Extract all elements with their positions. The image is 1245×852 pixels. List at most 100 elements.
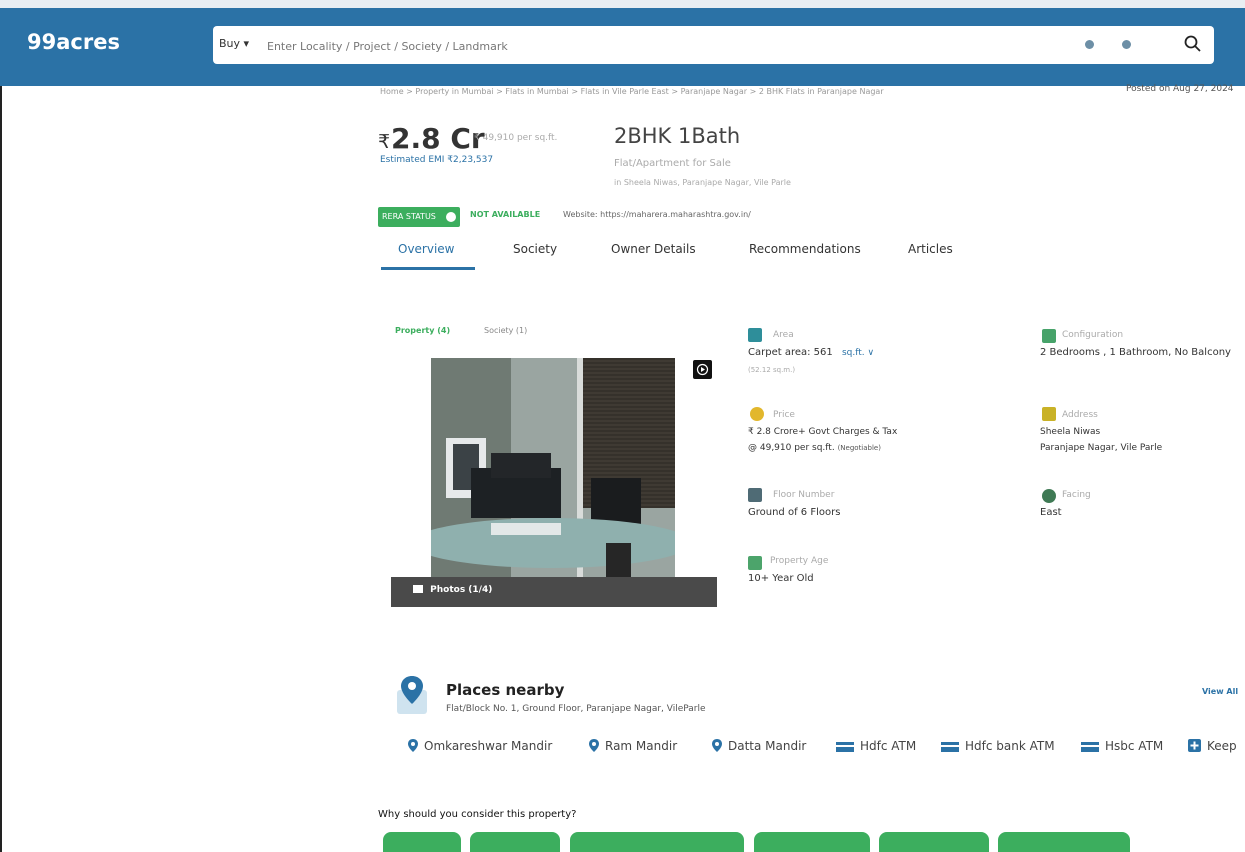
place-chip[interactable]: Ram Mandir — [589, 739, 677, 753]
tab-owner-details[interactable]: Owner Details — [611, 242, 696, 256]
place-name: Hdfc bank ATM — [965, 739, 1055, 753]
carpet-area: Carpet area: 561 — [748, 347, 833, 358]
rera-status-badge[interactable]: RERA STATUS — [378, 207, 460, 227]
photo-count-label: Photos (1/4) — [430, 585, 493, 595]
rera-badge-label: RERA STATUS — [382, 212, 436, 221]
config-location: in Sheela Niwas, Paranjape Nagar, Vile P… — [614, 178, 791, 187]
configuration-icon — [1042, 329, 1056, 343]
atm-icon — [836, 742, 854, 752]
price-per-sqft-detail: @ 49,910 per sq.ft. (Negotiable) — [748, 443, 881, 453]
atm-icon — [941, 742, 959, 752]
place-chip[interactable]: Keep — [1188, 739, 1237, 753]
site-header: 99acres Buy ▾ — [0, 0, 1245, 86]
mic-icon[interactable] — [1122, 40, 1131, 49]
price-rate: @ 49,910 per sq.ft. — [748, 443, 835, 453]
highlight-chip[interactable] — [470, 832, 560, 852]
search-bar: Buy ▾ — [213, 26, 1214, 64]
configuration-label: Configuration — [1062, 330, 1124, 340]
location-pin-icon — [408, 739, 418, 752]
property-age-icon — [748, 556, 762, 570]
photo-gallery[interactable]: Photos (1/4) — [391, 354, 717, 607]
place-chip[interactable]: Hdfc ATM — [836, 739, 916, 753]
search-icon[interactable] — [1183, 34, 1203, 54]
left-border — [0, 86, 2, 852]
places-nearby-title: Places nearby — [446, 681, 565, 699]
place-name: Hsbc ATM — [1105, 739, 1164, 753]
location-icon[interactable] — [1085, 40, 1094, 49]
property-age-value: 10+ Year Old — [748, 573, 814, 584]
rera-availability: NOT AVAILABLE — [470, 210, 541, 219]
price-per-sqft: ₹ 49,910 per sq.ft. — [474, 133, 558, 143]
highlight-chip[interactable] — [754, 832, 870, 852]
video-tour-icon[interactable] — [693, 360, 712, 379]
info-icon[interactable] — [446, 212, 456, 222]
address-line-2: Paranjape Nagar, Vile Parle — [1040, 443, 1163, 453]
floor-icon — [748, 488, 762, 502]
negotiable-tag: (Negotiable) — [837, 444, 881, 452]
area-value: Carpet area: 561 sq.ft. ∨ — [748, 347, 874, 358]
price-icon — [750, 407, 764, 421]
floor-label: Floor Number — [773, 490, 835, 500]
tab-overview[interactable]: Overview — [398, 242, 455, 256]
places-address: Flat/Block No. 1, Ground Floor, Paranjap… — [446, 704, 706, 714]
photo-caption-bar: Photos (1/4) — [391, 577, 717, 607]
area-icon — [748, 328, 762, 342]
header-topline — [0, 0, 1245, 8]
emi-link[interactable]: Estimated EMI ₹2,23,537 — [380, 155, 493, 165]
photo-tab-society[interactable]: Society (1) — [484, 326, 527, 335]
search-input[interactable] — [265, 34, 1049, 58]
place-name: Hdfc ATM — [860, 739, 917, 753]
address-icon — [1042, 407, 1056, 421]
photo-count[interactable]: Photos (1/4) — [413, 585, 492, 595]
highlight-chip[interactable] — [998, 832, 1130, 852]
plus-icon — [1188, 739, 1201, 752]
highlight-chip[interactable] — [879, 832, 989, 852]
place-name: Omkareshwar Mandir — [424, 739, 553, 753]
photo-tab-property[interactable]: Property (4) — [395, 326, 450, 335]
image-icon — [413, 585, 423, 593]
office-room-image — [431, 358, 675, 578]
rera-website[interactable]: Website: https://maharera.maharashtra.go… — [563, 210, 751, 219]
price-label: Price — [773, 410, 795, 420]
area-unit-dropdown[interactable]: sq.ft. ∨ — [842, 348, 874, 358]
breadcrumb[interactable]: Home > Property in Mumbai > Flats in Mum… — [380, 87, 884, 96]
config-title: 2BHK 1Bath — [614, 124, 741, 148]
place-chip[interactable]: Omkareshwar Mandir — [408, 739, 552, 753]
view-all-link[interactable]: View All — [1202, 687, 1238, 696]
price-value: 2.8 Cr — [391, 122, 485, 155]
area-label: Area — [773, 330, 794, 340]
place-chip[interactable]: Hsbc ATM — [1081, 739, 1163, 753]
configuration-value: 2 Bedrooms , 1 Bathroom, No Balcony — [1040, 347, 1231, 358]
posted-date: Posted on Aug 27, 2024 — [1126, 84, 1234, 94]
config-subtitle: Flat/Apartment for Sale — [614, 158, 731, 169]
tab-society[interactable]: Society — [513, 242, 557, 256]
place-name: Ram Mandir — [605, 739, 678, 753]
place-chip[interactable]: Hdfc bank ATM — [941, 739, 1055, 753]
property-photo[interactable] — [431, 358, 675, 578]
why-consider-heading: Why should you consider this property? — [378, 809, 577, 820]
location-pin-icon — [712, 739, 722, 752]
place-name: Datta Mandir — [728, 739, 807, 753]
tab-recommendations[interactable]: Recommendations — [749, 242, 861, 256]
property-age-label: Property Age — [770, 556, 829, 566]
rupee-symbol: ₹ — [378, 131, 391, 153]
price-detail: ₹ 2.8 Crore+ Govt Charges & Tax — [748, 427, 898, 437]
highlight-chip[interactable] — [383, 832, 461, 852]
facing-label: Facing — [1062, 490, 1091, 500]
compass-icon — [1042, 489, 1056, 503]
area-sqm: (52.12 sq.m.) — [748, 366, 796, 374]
active-tab-indicator — [381, 267, 475, 270]
buy-dropdown[interactable]: Buy ▾ — [219, 37, 249, 50]
atm-icon — [1081, 742, 1099, 752]
map-pin-icon — [397, 676, 427, 714]
tab-articles[interactable]: Articles — [908, 242, 953, 256]
place-name: Keep — [1207, 739, 1237, 753]
address-label: Address — [1062, 410, 1098, 420]
site-logo[interactable]: 99acres — [27, 30, 120, 54]
play-icon — [696, 363, 709, 376]
highlight-chip[interactable] — [570, 832, 744, 852]
address-line-1: Sheela Niwas — [1040, 427, 1101, 437]
facing-value: East — [1040, 507, 1062, 518]
place-chip[interactable]: Datta Mandir — [712, 739, 806, 753]
location-pin-icon — [589, 739, 599, 752]
